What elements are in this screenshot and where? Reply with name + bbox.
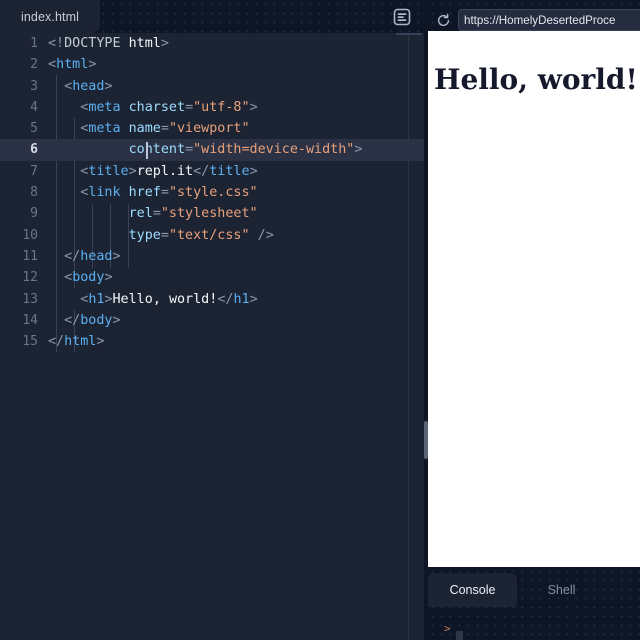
code-line[interactable]: 7 <title>repl.it</title> [0, 161, 424, 182]
editor-tab-bar: index.html [0, 0, 424, 33]
code-lines: 1 <!DOCTYPE html> 2 <html> 3 <head> 4 <meta c… [0, 33, 424, 352]
line-number: 13 [22, 291, 38, 307]
line-number: 15 [22, 334, 38, 350]
code-text: <h1>Hello, world!</h1> [80, 291, 258, 307]
code-line[interactable]: 6 content="width=device-width"> [0, 139, 424, 161]
line-number: 12 [22, 270, 38, 286]
preview-pane: Hello, world! Console Shell > [428, 0, 640, 640]
code-line[interactable]: 10 type="text/css" /> [0, 225, 424, 246]
tab-shell[interactable]: Shell [517, 573, 606, 607]
line-number: 9 [30, 206, 38, 222]
editor-scroll-indicator[interactable] [396, 33, 422, 35]
code-line[interactable]: 13 <h1>Hello, world!</h1> [0, 289, 424, 310]
console-cursor [456, 631, 463, 640]
line-number: 3 [30, 78, 38, 94]
code-text: <meta charset="utf-8"> [80, 99, 258, 115]
code-line[interactable]: 12 <body> [0, 267, 424, 288]
text-cursor [146, 142, 148, 159]
code-text: <link href="style.css" [80, 185, 258, 201]
line-number: 5 [30, 121, 38, 137]
code-editor[interactable]: 1 <!DOCTYPE html> 2 <html> 3 <head> 4 <meta c… [0, 33, 424, 640]
code-text: <title>repl.it</title> [80, 163, 258, 179]
console-output[interactable]: > [428, 607, 640, 640]
tab-console[interactable]: Console [428, 573, 517, 607]
console-tab-bar: Console Shell [428, 573, 640, 607]
code-line[interactable]: 15 </html> [0, 331, 424, 352]
line-number: 14 [22, 312, 38, 328]
tab-index-html[interactable]: index.html [0, 0, 100, 33]
line-number: 2 [30, 57, 38, 73]
editor-pane: index.html 1 <!DOCTYPE html> 2 <html> 3 … [0, 0, 424, 640]
ide-window: index.html 1 <!DOCTYPE html> 2 <html> 3 … [0, 0, 640, 640]
code-text: content="width=device-width"> [128, 142, 363, 158]
tab-console-label: Console [449, 583, 496, 597]
line-number: 10 [22, 227, 38, 243]
tab-label: index.html [21, 9, 79, 24]
code-line[interactable]: 1 <!DOCTYPE html> [0, 33, 424, 54]
code-line[interactable]: 4 <meta charset="utf-8"> [0, 97, 424, 118]
tab-shell-label: Shell [547, 583, 576, 597]
code-text: type="text/css" /> [128, 227, 274, 243]
line-number: 7 [30, 163, 38, 179]
console-prompt: > [444, 622, 451, 635]
line-number: 4 [30, 99, 38, 115]
line-number: 1 [30, 36, 38, 51]
code-line[interactable]: 14 </body> [0, 310, 424, 331]
code-line[interactable]: 11 </head> [0, 246, 424, 267]
code-text: rel="stylesheet" [128, 206, 258, 222]
preview-iframe[interactable]: Hello, world! [428, 31, 640, 567]
code-line[interactable]: 5 <meta name="viewport" [0, 118, 424, 139]
preview-heading: Hello, world! [434, 63, 638, 96]
line-number: 11 [22, 248, 38, 264]
code-line[interactable]: 8 <link href="style.css" [0, 182, 424, 203]
format-lines-icon[interactable] [392, 7, 411, 26]
code-line[interactable]: 9 rel="stylesheet" [0, 203, 424, 224]
line-number: 6 [30, 142, 38, 158]
editor-guide-line [408, 33, 409, 640]
url-input[interactable] [458, 9, 640, 31]
line-number: 8 [30, 185, 38, 201]
code-line[interactable]: 2 <html> [0, 54, 424, 75]
code-line[interactable]: 3 <head> [0, 76, 424, 97]
